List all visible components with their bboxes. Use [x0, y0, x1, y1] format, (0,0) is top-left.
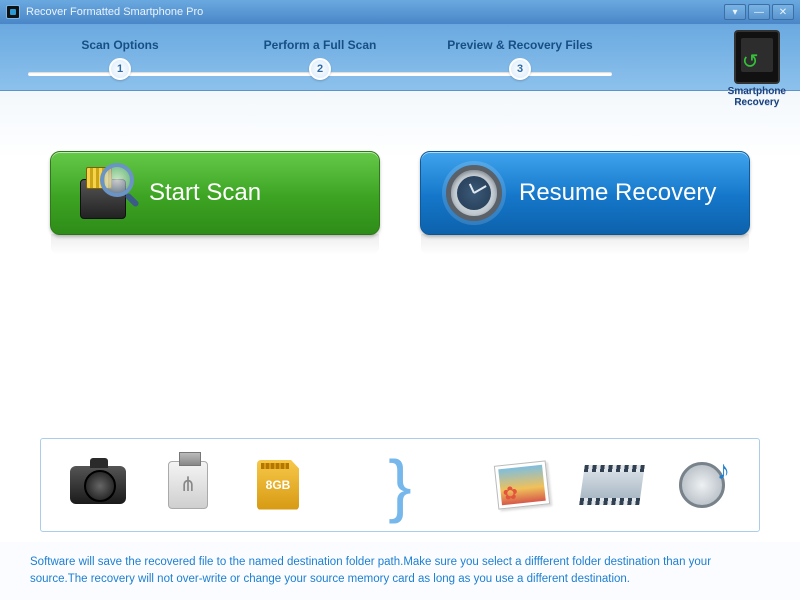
sd-card-icon: 8GB — [247, 457, 309, 513]
start-scan-label: Start Scan — [149, 179, 261, 207]
step-label: Perform a Full Scan — [220, 38, 420, 52]
scan-drive-icon — [69, 158, 139, 228]
wizard-header: Scan Options 1 Perform a Full Scan 2 Pre… — [0, 24, 800, 91]
app-icon — [6, 5, 20, 19]
minimize-button[interactable]: — — [748, 4, 770, 20]
action-row: Start Scan Resume Recovery — [40, 151, 760, 235]
step-label: Preview & Recovery Files — [420, 38, 620, 52]
brace-icon: } — [388, 455, 411, 515]
brand-logo: Smartphone Recovery — [728, 30, 786, 108]
history-clock-icon — [439, 158, 509, 228]
step-1: Scan Options 1 — [20, 38, 220, 80]
step-2: Perform a Full Scan 2 — [220, 38, 420, 80]
close-button[interactable]: ✕ — [772, 4, 794, 20]
media-types-panel: 8GB } — [40, 438, 760, 532]
resume-recovery-label: Resume Recovery — [519, 179, 716, 207]
usb-drive-icon — [157, 457, 219, 513]
app-title: Recover Formatted Smartphone Pro — [26, 6, 203, 18]
resume-recovery-button[interactable]: Resume Recovery — [420, 151, 750, 235]
smartphone-icon — [734, 30, 780, 84]
footer-note: Software will save the recovered file to… — [0, 542, 800, 600]
file-types — [491, 457, 733, 513]
step-label: Scan Options — [20, 38, 220, 52]
main-content: Start Scan Resume Recovery 8GB } — [0, 91, 800, 542]
titlebar: Recover Formatted Smartphone Pro ▾ — ✕ — [0, 0, 800, 24]
collapse-button[interactable]: ▾ — [724, 4, 746, 20]
wizard-steps: Scan Options 1 Perform a Full Scan 2 Pre… — [20, 38, 620, 80]
app-window: Recover Formatted Smartphone Pro ▾ — ✕ S… — [0, 0, 800, 600]
step-3: Preview & Recovery Files 3 — [420, 38, 620, 80]
camera-icon — [67, 457, 129, 513]
photo-icon — [491, 457, 553, 513]
source-devices: 8GB — [67, 457, 309, 513]
audio-icon — [671, 457, 733, 513]
start-scan-button[interactable]: Start Scan — [50, 151, 380, 235]
video-icon — [581, 457, 643, 513]
